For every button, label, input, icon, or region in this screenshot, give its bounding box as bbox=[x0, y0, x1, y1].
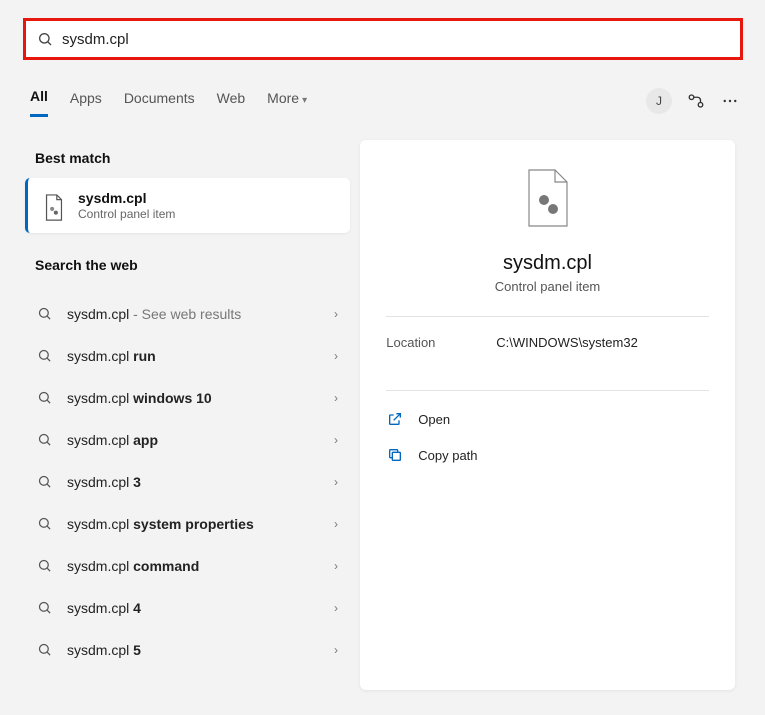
web-result-2[interactable]: sysdm.cpl windows 10› bbox=[25, 377, 350, 419]
search-icon bbox=[37, 432, 53, 448]
search-icon bbox=[36, 30, 54, 48]
search-icon bbox=[37, 600, 53, 616]
web-result-text: sysdm.cpl 5 bbox=[67, 642, 334, 658]
open-icon bbox=[386, 410, 404, 428]
detail-panel: sysdm.cpl Control panel item Location C:… bbox=[360, 140, 735, 690]
web-result-1[interactable]: sysdm.cpl run› bbox=[25, 335, 350, 377]
web-result-text: sysdm.cpl app bbox=[67, 432, 334, 448]
header-actions: J bbox=[646, 88, 740, 114]
location-value: C:\WINDOWS\system32 bbox=[496, 335, 638, 350]
web-result-text: sysdm.cpl 4 bbox=[67, 600, 334, 616]
search-icon bbox=[37, 474, 53, 490]
best-match-subtitle: Control panel item bbox=[78, 207, 175, 221]
search-icon bbox=[37, 306, 53, 322]
detail-subtitle: Control panel item bbox=[495, 279, 601, 294]
actions-list: Open Copy path bbox=[386, 401, 709, 473]
search-icon bbox=[37, 348, 53, 364]
tab-all[interactable]: All bbox=[30, 88, 48, 117]
web-result-0[interactable]: sysdm.cpl - See web results› bbox=[25, 293, 350, 335]
tab-documents[interactable]: Documents bbox=[124, 90, 195, 116]
best-match-text: sysdm.cpl Control panel item bbox=[78, 190, 175, 221]
detail-file-icon bbox=[525, 168, 571, 228]
tab-web[interactable]: Web bbox=[217, 90, 246, 116]
search-icon bbox=[37, 558, 53, 574]
search-query: sysdm.cpl bbox=[62, 31, 129, 48]
copy-path-label: Copy path bbox=[418, 448, 477, 463]
user-avatar[interactable]: J bbox=[646, 88, 672, 114]
control-panel-file-icon bbox=[42, 194, 66, 218]
more-icon[interactable] bbox=[720, 91, 740, 111]
chevron-right-icon: › bbox=[334, 601, 338, 615]
web-result-text: sysdm.cpl windows 10 bbox=[67, 390, 334, 406]
flow-icon[interactable] bbox=[686, 91, 706, 111]
tab-more[interactable]: More▾ bbox=[267, 90, 307, 116]
search-icon bbox=[37, 390, 53, 406]
web-result-text: sysdm.cpl system properties bbox=[67, 516, 334, 532]
tab-apps[interactable]: Apps bbox=[70, 90, 102, 116]
open-label: Open bbox=[418, 412, 450, 427]
divider bbox=[386, 390, 709, 391]
copy-icon bbox=[386, 446, 404, 464]
results-column: Best match sysdm.cpl Control panel item … bbox=[25, 140, 350, 671]
chevron-right-icon: › bbox=[334, 349, 338, 363]
location-label: Location bbox=[386, 335, 496, 350]
web-result-text: sysdm.cpl - See web results bbox=[67, 306, 334, 322]
chevron-right-icon: › bbox=[334, 307, 338, 321]
open-action[interactable]: Open bbox=[386, 401, 709, 437]
web-result-7[interactable]: sysdm.cpl 4› bbox=[25, 587, 350, 629]
detail-title: sysdm.cpl bbox=[503, 252, 592, 275]
web-result-5[interactable]: sysdm.cpl system properties› bbox=[25, 503, 350, 545]
chevron-right-icon: › bbox=[334, 433, 338, 447]
best-match-title: sysdm.cpl bbox=[78, 190, 175, 206]
tab-more-label: More bbox=[267, 90, 299, 106]
chevron-right-icon: › bbox=[334, 643, 338, 657]
chevron-right-icon: › bbox=[334, 391, 338, 405]
best-match-heading: Best match bbox=[25, 140, 350, 178]
chevron-right-icon: › bbox=[334, 517, 338, 531]
web-result-8[interactable]: sysdm.cpl 5› bbox=[25, 629, 350, 671]
web-result-4[interactable]: sysdm.cpl 3› bbox=[25, 461, 350, 503]
web-result-text: sysdm.cpl 3 bbox=[67, 474, 334, 490]
filter-tabs: All Apps Documents Web More▾ bbox=[30, 88, 307, 117]
location-row: Location C:\WINDOWS\system32 bbox=[386, 317, 709, 368]
copy-path-action[interactable]: Copy path bbox=[386, 437, 709, 473]
chevron-down-icon: ▾ bbox=[302, 95, 307, 106]
web-results-list: sysdm.cpl - See web results›sysdm.cpl ru… bbox=[25, 293, 350, 671]
web-result-6[interactable]: sysdm.cpl command› bbox=[25, 545, 350, 587]
chevron-right-icon: › bbox=[334, 475, 338, 489]
web-result-3[interactable]: sysdm.cpl app› bbox=[25, 419, 350, 461]
web-result-text: sysdm.cpl run bbox=[67, 348, 334, 364]
search-icon bbox=[37, 642, 53, 658]
chevron-right-icon: › bbox=[334, 559, 338, 573]
best-match-item[interactable]: sysdm.cpl Control panel item bbox=[25, 178, 350, 233]
search-icon bbox=[37, 516, 53, 532]
web-result-text: sysdm.cpl command bbox=[67, 558, 334, 574]
search-web-heading: Search the web bbox=[25, 247, 350, 285]
search-bar[interactable]: sysdm.cpl bbox=[23, 18, 743, 60]
